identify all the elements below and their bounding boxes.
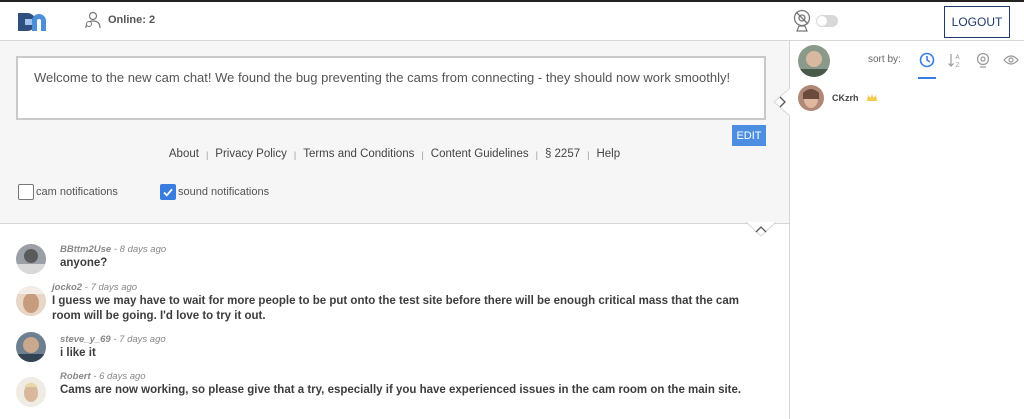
message-text: Cams are now working, so please give tha…: [60, 384, 742, 396]
online-counter: Online: 2: [84, 11, 155, 29]
sort-by-label: sort by:: [868, 54, 901, 65]
sort-by-time-clock-icon[interactable]: [918, 51, 936, 69]
chat-message: Robert - 6 days ago Cams are now working…: [16, 371, 775, 407]
online-count: Online: 2: [108, 14, 156, 26]
link-2257[interactable]: § 2257: [545, 148, 580, 160]
link-separator: |: [205, 150, 209, 160]
my-avatar[interactable]: [798, 45, 830, 77]
link-separator: |: [535, 150, 538, 160]
user-name[interactable]: CKzrh: [832, 93, 859, 103]
message-time: 6 days ago: [99, 371, 146, 382]
collapse-panel-chevron-icon[interactable]: [746, 222, 776, 238]
avatar[interactable]: [798, 85, 824, 111]
sort-alpha-icon[interactable]: AZ: [946, 51, 964, 69]
check-icon: [163, 188, 173, 197]
avatar[interactable]: [16, 244, 46, 274]
top-bar: Online: 2 LOGOUT: [0, 0, 1024, 41]
crown-icon: [866, 94, 877, 101]
sound-notifications-option[interactable]: sound notifications: [160, 184, 269, 200]
svg-text:A: A: [956, 54, 961, 61]
svg-text:Z: Z: [956, 62, 960, 68]
cam-notifications-option[interactable]: cam notifications: [18, 184, 118, 200]
message-text: I guess we may have to wait for more peo…: [52, 295, 739, 322]
cam-switch[interactable]: [816, 15, 838, 27]
avatar[interactable]: [16, 332, 46, 362]
cam-notifications-label: cam notifications: [36, 186, 118, 198]
link-about[interactable]: About: [169, 148, 199, 160]
cam-notifications-checkbox[interactable]: [18, 184, 34, 200]
welcome-message: Welcome to the new cam chat! We found th…: [16, 56, 766, 120]
active-sort-indicator: [918, 77, 936, 79]
collapse-sidebar-chevron-icon[interactable]: [772, 88, 790, 116]
message-author[interactable]: steve_y_69: [60, 334, 111, 345]
chat-message: jocko2 - 7 days ago I guess we may have …: [16, 282, 767, 324]
edit-button[interactable]: EDIT: [732, 125, 766, 146]
link-separator: |: [587, 150, 590, 160]
chat-messages: BBttm2Use - 8 days ago anyone? jocko2 - …: [0, 238, 789, 419]
message-author[interactable]: jocko2: [52, 282, 82, 293]
link-content-guidelines[interactable]: Content Guidelines: [431, 148, 529, 160]
avatar[interactable]: [16, 377, 46, 407]
message-time: 7 days ago: [119, 334, 166, 345]
user-list-panel: sort by: AZ CKzrh: [789, 41, 1024, 419]
logout-button[interactable]: LOGOUT: [944, 6, 1010, 38]
cam-toggle[interactable]: [792, 9, 838, 33]
chat-message: steve_y_69 - 7 days ago i like it: [16, 332, 775, 362]
link-terms[interactable]: Terms and Conditions: [303, 148, 414, 160]
sound-notifications-checkbox[interactable]: [160, 184, 176, 200]
link-separator: |: [293, 150, 297, 160]
users-icon: [85, 11, 101, 29]
user-list-item[interactable]: CKzrh: [798, 85, 877, 111]
sound-notifications-label: sound notifications: [178, 186, 270, 198]
message-time: 7 days ago: [90, 282, 138, 293]
sort-by-views-eye-icon[interactable]: [1002, 51, 1020, 69]
message-author[interactable]: BBttm2Use: [60, 244, 111, 255]
message-text: i like it: [60, 347, 96, 359]
link-separator: |: [421, 150, 424, 160]
message-author[interactable]: Robert: [60, 371, 91, 382]
link-privacy-policy[interactable]: Privacy Policy: [215, 148, 287, 160]
sort-by-cam-webcam-icon[interactable]: [974, 51, 992, 69]
chat-message: BBttm2Use - 8 days ago anyone?: [16, 244, 775, 274]
info-panel: Welcome to the new cam chat! We found th…: [0, 41, 789, 224]
message-text: anyone?: [60, 257, 108, 269]
link-help[interactable]: Help: [596, 148, 620, 160]
footer-links: About | Privacy Policy | Terms and Condition…: [0, 148, 789, 160]
webcam-icon: [793, 9, 811, 32]
site-logo[interactable]: [16, 10, 54, 34]
message-time: 8 days ago: [119, 244, 167, 255]
sort-options: AZ: [918, 51, 1020, 69]
avatar[interactable]: [16, 286, 46, 316]
